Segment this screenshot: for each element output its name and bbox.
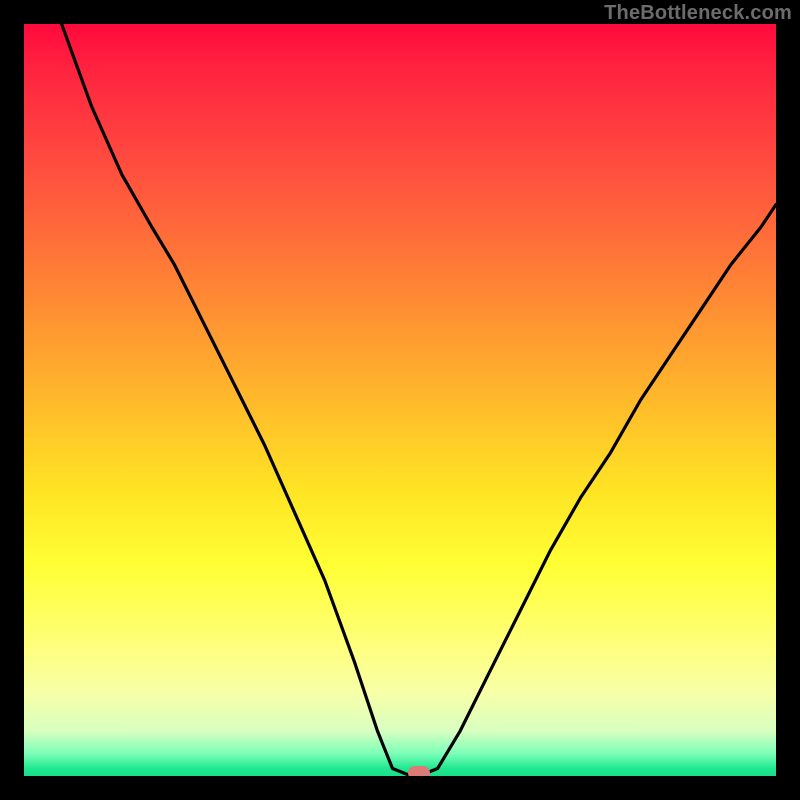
minimum-marker xyxy=(408,766,430,776)
watermark-text: TheBottleneck.com xyxy=(604,2,792,25)
curve-line xyxy=(24,24,776,776)
plot-area xyxy=(24,24,776,776)
chart-container: TheBottleneck.com xyxy=(0,0,800,800)
